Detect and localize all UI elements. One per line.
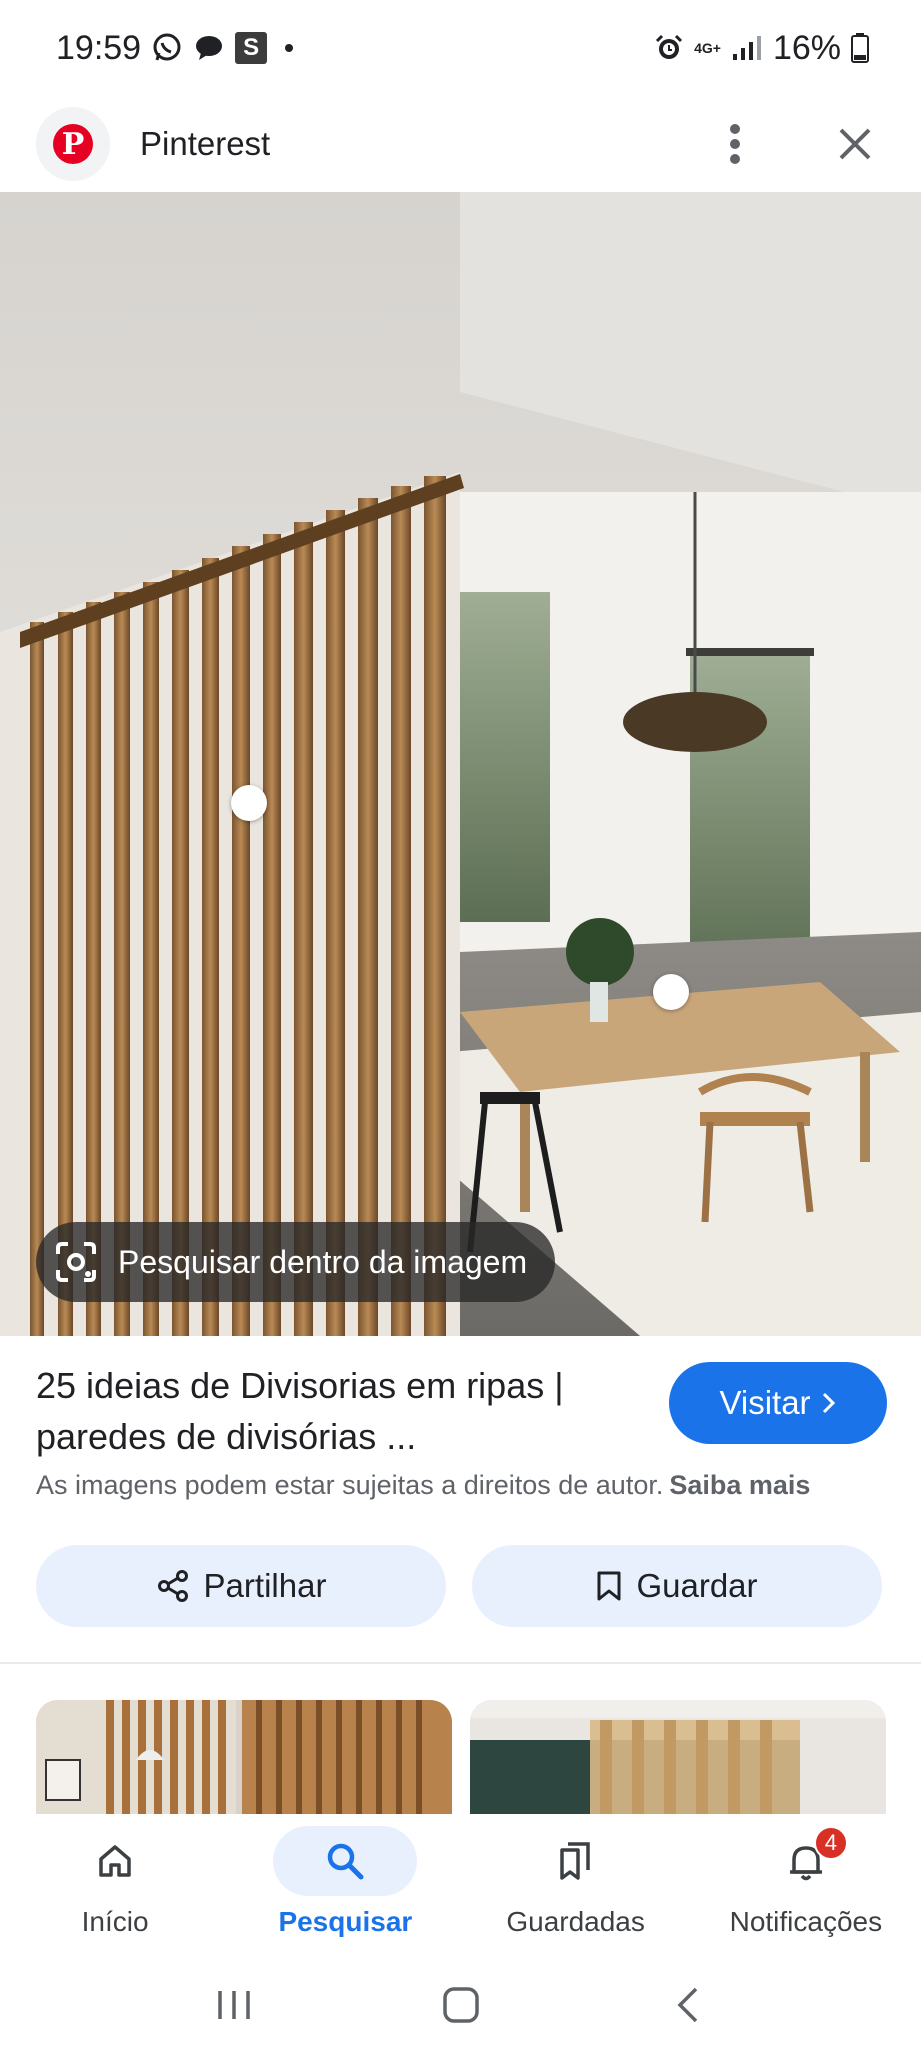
site-name: Pinterest: [140, 125, 271, 162]
nav-label-home: Início: [81, 1906, 149, 1937]
copyright-notice: As imagens podem estar sujeitas a direit…: [36, 1470, 810, 1501]
related-thumbnail-slats: [36, 1700, 452, 1814]
app-bar: P Pinterest: [0, 96, 921, 192]
home-system-button[interactable]: [431, 1975, 491, 2035]
search-inside-image-button[interactable]: Pesquisar dentro da imagem: [36, 1222, 556, 1302]
visual-search-hotspot[interactable]: [231, 785, 267, 821]
related-image[interactable]: [36, 1700, 452, 1814]
status-left: 19:59 S: [56, 28, 294, 68]
close-button[interactable]: [825, 114, 885, 174]
nav-item-saved[interactable]: Guardadas: [461, 1814, 691, 1962]
section-divider: [0, 1662, 921, 1664]
nav-item-search[interactable]: Pesquisar: [230, 1814, 460, 1962]
status-right: 4G+ 16%: [654, 29, 869, 68]
share-label: Partilhar: [203, 1567, 327, 1604]
close-icon: [839, 128, 871, 160]
home-square-icon: [442, 1987, 479, 2023]
more-notifications-dot: [285, 44, 294, 52]
site-favicon: P: [36, 107, 110, 181]
copyright-text: As imagens podem estar sujeitas a direit…: [36, 1470, 664, 1500]
visit-button[interactable]: Visitar: [669, 1362, 887, 1444]
nav-item-home[interactable]: Início: [0, 1814, 230, 1962]
visual-search-hotspot[interactable]: [653, 974, 689, 1010]
share-icon: [157, 1570, 188, 1602]
s-app-icon: S: [235, 32, 268, 64]
app-bar-actions: [705, 114, 885, 174]
save-button[interactable]: Guardar: [472, 1545, 882, 1627]
more-vert-icon: [730, 124, 740, 164]
visit-label: Visitar: [719, 1384, 811, 1421]
nav-label-saved: Guardadas: [506, 1906, 645, 1937]
home-icon: [99, 1845, 131, 1877]
learn-more-link[interactable]: Saiba mais: [669, 1470, 810, 1500]
whatsapp-icon: [151, 32, 183, 64]
chevron-right-icon: [822, 1392, 835, 1414]
status-time: 19:59: [56, 28, 142, 67]
system-navigation-bar: [0, 1962, 921, 2048]
nav-icon-container: [43, 1826, 187, 1896]
pinterest-logo-icon: P: [53, 124, 93, 164]
room-illustration: [0, 192, 921, 1336]
nav-item-notifications[interactable]: 4 Notificações: [691, 1814, 921, 1962]
nav-icon-container: [504, 1826, 648, 1896]
chat-icon: [193, 32, 225, 64]
nav-label-notifications: Notificações: [729, 1906, 883, 1937]
nav-label-search: Pesquisar: [278, 1906, 413, 1937]
back-chevron-icon: [677, 1987, 697, 2023]
back-button[interactable]: [658, 1975, 718, 2035]
recent-apps-icon: [217, 1991, 250, 2019]
bookmarks-icon: [559, 1842, 590, 1880]
recent-apps-button[interactable]: [204, 1975, 264, 2035]
more-options-button[interactable]: [705, 114, 765, 174]
search-icon: [328, 1843, 364, 1880]
lens-icon: [56, 1242, 96, 1282]
related-thumbnail-partition: [470, 1700, 886, 1814]
bookmark-icon: [597, 1571, 621, 1601]
battery-percent: 16%: [772, 28, 841, 67]
nav-icon-container: [273, 1826, 418, 1896]
network-type: 4G+: [694, 40, 721, 56]
signal-icon: [731, 34, 763, 62]
status-bar: 19:59 S 4G+ 16%: [0, 0, 921, 96]
bottom-navigation: Início Pesquisar Guardadas 4 Notificaçõe…: [0, 1814, 921, 1962]
share-button[interactable]: Partilhar: [36, 1545, 446, 1627]
alarm-icon: [654, 33, 684, 63]
nav-icon-container: 4: [734, 1826, 878, 1896]
save-label: Guardar: [636, 1567, 758, 1604]
search-inside-image-label: Pesquisar dentro da imagem: [118, 1243, 528, 1280]
result-image[interactable]: Pesquisar dentro da imagem: [0, 192, 921, 1336]
notification-count-badge: 4: [813, 1826, 848, 1860]
battery-icon: [851, 33, 869, 63]
result-title[interactable]: 25 ideias de Divisorias em ripas | pared…: [36, 1360, 636, 1462]
related-image[interactable]: [470, 1700, 886, 1814]
